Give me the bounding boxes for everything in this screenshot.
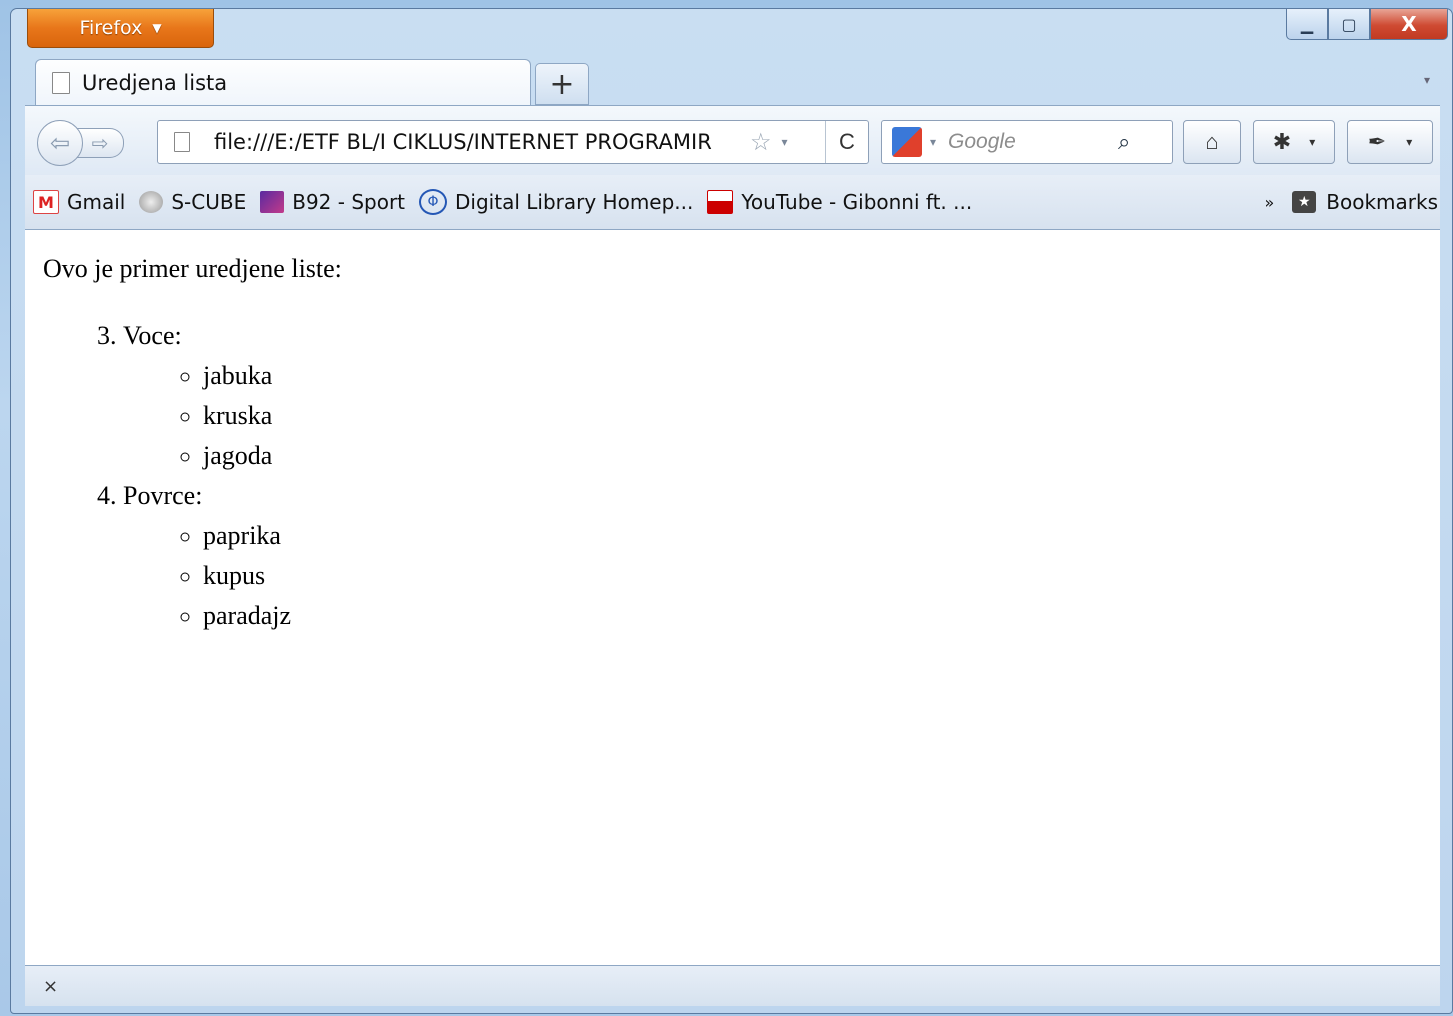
bookmark-b92-sport[interactable]: B92 - Sport [260,190,405,214]
nested-list-item: paradajz [203,596,291,636]
address-bar[interactable]: file:///E:/ETF BL/I CIKLUS/INTERNET PROG… [157,120,869,164]
youtube-icon [707,190,734,214]
bookmarks-right-group: » ★ Bookmarks [1264,190,1438,214]
addon-bug-icon: ✱ [1272,129,1292,154]
browser-window: Firefox ▼ ▁ ▢ X Uredjena lista + ▾ ⇨ ⇦ f… [10,8,1453,1014]
ordered-list-item: Voce: jabukakruskajagoda [123,316,291,476]
bookmark-label: Gmail [67,190,126,214]
nested-list-item: jabuka [203,356,291,396]
reload-button[interactable]: C [825,121,868,163]
nested-list-item: paprika [203,516,291,556]
plus-icon: + [549,66,575,102]
maximize-icon: ▢ [1341,14,1357,34]
addon-button-1[interactable]: ✱ ▾ [1253,120,1335,164]
minimize-icon: ▁ [1300,14,1314,34]
back-forward-group: ⇨ ⇦ [37,120,145,166]
forward-button[interactable]: ⇨ [77,128,124,158]
bookmarks-menu-icon: ★ [1292,191,1317,213]
reload-icon: C [839,129,855,154]
navigation-toolbar: ⇨ ⇦ file:///E:/ETF BL/I CIKLUS/INTERNET … [25,105,1440,176]
s-cube-icon [139,191,164,213]
window-controls: ▁ ▢ X [1286,9,1448,40]
search-input[interactable]: Google [948,130,1118,154]
list-item-label: Voce: [123,321,182,350]
engine-dropdown-icon[interactable]: ▾ [930,135,936,149]
page-icon [52,72,70,94]
bookmark-label: S-CUBE [171,190,247,214]
close-statusbar-icon[interactable]: × [43,976,58,997]
nested-list-item: kruska [203,396,291,436]
url-text[interactable]: file:///E:/ETF BL/I CIKLUS/INTERNET PROG… [214,130,744,154]
addon-dropdown-icon: ▾ [1309,135,1316,149]
tab-uredjena-lista[interactable]: Uredjena lista [35,59,531,106]
bookmark-digital-library[interactable]: Φ Digital Library Homep... [419,189,693,215]
bookmark-s-cube[interactable]: S-CUBE [139,190,246,214]
bookmarks-menu-button[interactable]: Bookmarks [1326,190,1438,214]
status-bar: × [25,965,1440,1006]
addon-pen-icon: ✒ [1367,129,1387,154]
bookmark-star-icon[interactable]: ☆ [750,128,772,157]
back-arrow-icon: ⇦ [49,129,71,157]
firefox-menu-label: Firefox [79,17,143,39]
bookmark-gmail[interactable]: M Gmail [33,190,125,214]
minimize-button[interactable]: ▁ [1286,9,1328,40]
forward-arrow-icon: ⇨ [91,132,109,155]
new-tab-button[interactable]: + [535,63,589,105]
b92-icon [260,191,285,213]
site-identity-icon[interactable] [174,132,190,152]
maximize-button[interactable]: ▢ [1328,9,1370,40]
history-dropdown-icon[interactable]: ▾ [782,135,788,149]
nested-unordered-list: jabukakruskajagoda [123,356,291,476]
back-button[interactable]: ⇦ [37,120,83,166]
close-window-button[interactable]: X [1370,9,1448,40]
addon-dropdown-icon: ▾ [1406,135,1413,149]
list-all-tabs-button[interactable]: ▾ [1424,73,1430,87]
gmail-icon: M [33,190,59,214]
close-icon: X [1401,12,1417,36]
ordered-list: Voce:jabukakruskajagodaPovrce:paprikakup… [43,316,291,636]
search-bar[interactable]: ▾ Google ⌕ [881,120,1173,164]
nested-list-item: kupus [203,556,291,596]
bookmark-label: Digital Library Homep... [455,190,694,214]
bookmark-youtube[interactable]: YouTube - Gibonni ft. ... [707,190,972,214]
list-item-label: Povrce: [123,481,203,510]
addon-button-2[interactable]: ✒ ▾ [1347,120,1433,164]
bookmark-label: B92 - Sport [292,190,406,214]
search-icon[interactable]: ⌕ [1118,129,1130,155]
tab-title: Uredjena lista [82,71,228,95]
ordered-list-item: Povrce:paprikakupusparadajz [123,476,291,636]
intro-text: Ovo je primer uredjene liste: [43,254,342,283]
page-content: Ovo je primer uredjene liste: Voce: jabuk… [25,230,1440,965]
nested-list-item: jagoda [203,436,291,476]
digital-library-icon: Φ [419,189,448,215]
bookmark-label: YouTube - Gibonni ft. ... [741,190,973,214]
bookmarks-overflow-chevron-icon[interactable]: » [1264,193,1274,212]
home-icon: ⌂ [1205,129,1219,154]
bookmarks-toolbar: M Gmail S-CUBE B92 - Sport Φ Digital Lib… [25,175,1440,230]
nested-unordered-list: paprikakupusparadajz [123,516,291,636]
dropdown-arrow-icon: ▼ [152,21,162,35]
home-button[interactable]: ⌂ [1183,120,1241,164]
google-engine-icon[interactable] [892,127,922,157]
firefox-menu-button[interactable]: Firefox ▼ [27,9,214,48]
